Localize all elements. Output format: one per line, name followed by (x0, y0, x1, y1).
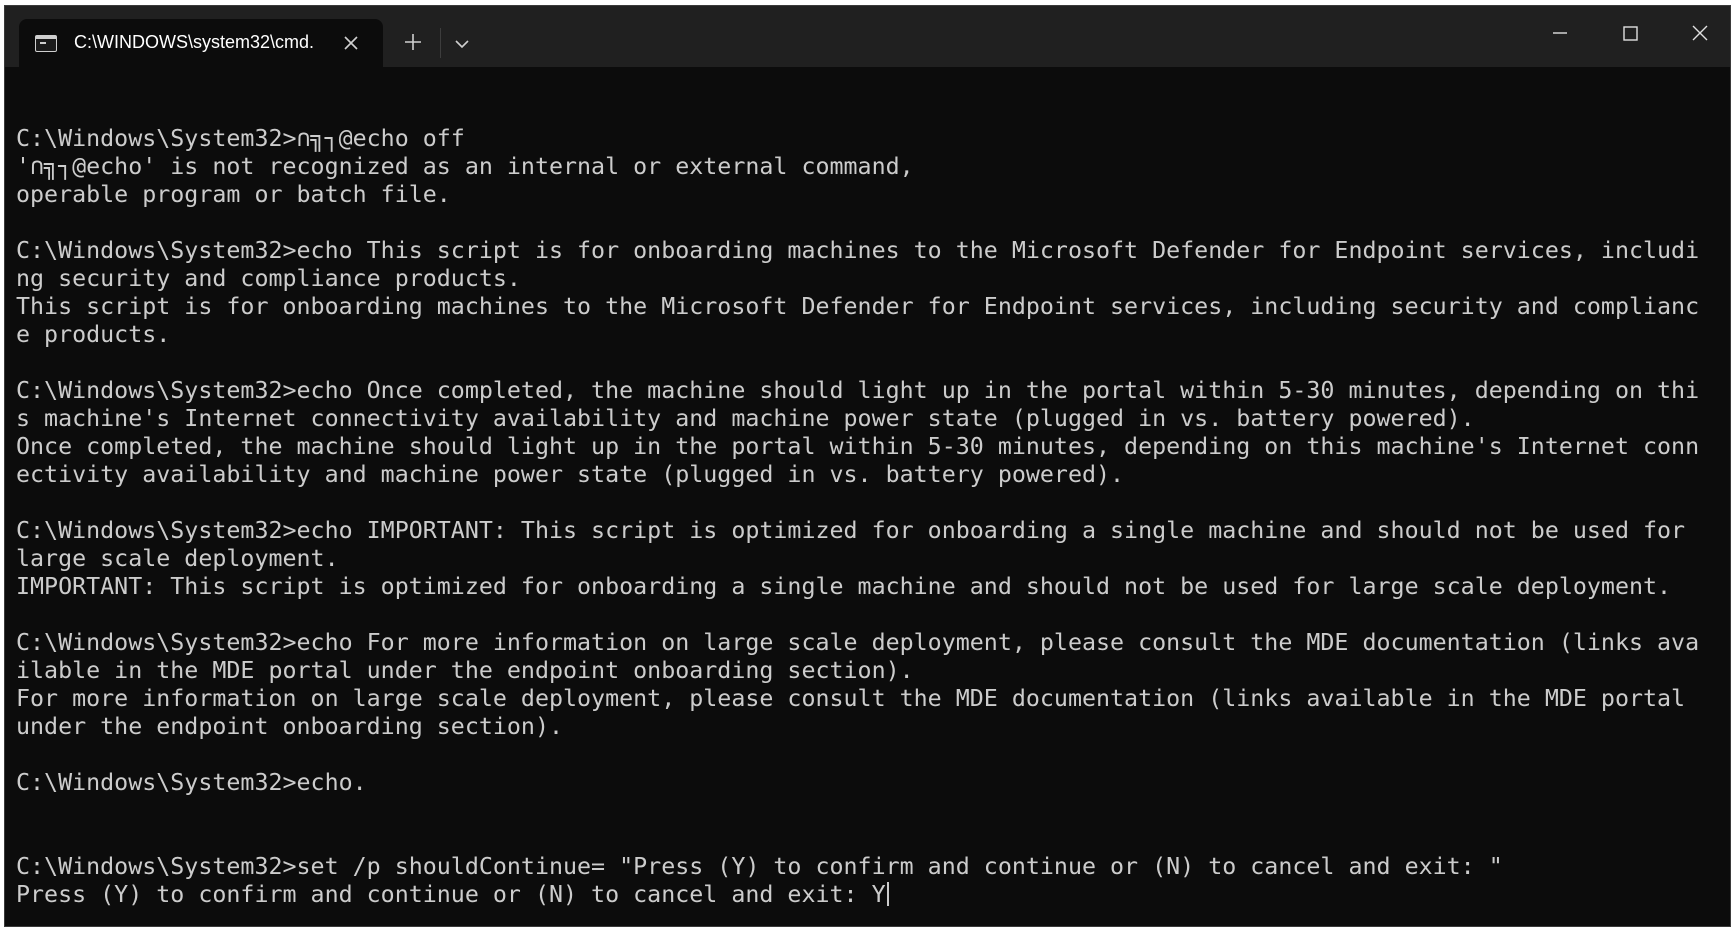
console-line: C:\Windows\System32>echo This script is … (16, 237, 1700, 264)
console-line: large scale deployment. (16, 545, 339, 572)
close-icon[interactable] (1677, 18, 1723, 48)
console-line: IMPORTANT: This script is optimized for … (16, 573, 1672, 600)
console-line: This script is for onboarding machines t… (16, 293, 1700, 320)
tab-cmd[interactable]: C:\WINDOWS\system32\cmd. (19, 19, 383, 72)
console-line: operable program or batch file. (16, 181, 451, 208)
close-icon[interactable] (339, 31, 363, 55)
console-line: C:\Windows\System32>echo IMPORTANT: This… (16, 517, 1686, 544)
text-cursor (886, 882, 889, 906)
console-line: e products. (16, 321, 171, 348)
plus-icon[interactable] (401, 30, 425, 54)
minimize-icon[interactable] (1537, 18, 1583, 48)
maximize-icon[interactable] (1607, 18, 1653, 48)
console-line: under the endpoint onboarding section). (16, 713, 564, 740)
terminal-window: C:\WINDOWS\system32\cmd. C:\Windows\Syst… (4, 5, 1731, 927)
terminal-icon (35, 35, 57, 52)
console-line: ng security and compliance products. (16, 265, 521, 292)
console-line: C:\Windows\System32>echo Once completed,… (16, 377, 1700, 404)
console-line: C:\Windows\System32>set /p shouldContinu… (16, 853, 1503, 880)
console-line: ectivity availability and machine power … (16, 461, 1125, 488)
console-line: C:\Windows\System32>echo. (16, 769, 367, 796)
console-line: For more information on large scale depl… (16, 685, 1686, 712)
console-line: '∩╗┐@echo' is not recognized as an inter… (16, 153, 914, 180)
title-bar: C:\WINDOWS\system32\cmd. (5, 6, 1730, 72)
chevron-down-icon[interactable] (450, 32, 474, 56)
console-line: s machine's Internet connectivity availa… (16, 405, 1475, 432)
console-line: C:\Windows\System32>echo For more inform… (16, 629, 1700, 656)
console-line: Once completed, the machine should light… (16, 433, 1700, 460)
tab-title: C:\WINDOWS\system32\cmd. (74, 32, 315, 52)
console-line: Press (Y) to confirm and continue or (N)… (16, 881, 1726, 909)
console-line: C:\Windows\System32>∩╗┐@echo off (16, 125, 465, 152)
divider (440, 28, 441, 58)
console-output[interactable]: C:\Windows\System32>∩╗┐@echo off '∩╗┐@ech… (16, 97, 1726, 917)
console-line: ilable in the MDE portal under the endpo… (16, 657, 914, 684)
